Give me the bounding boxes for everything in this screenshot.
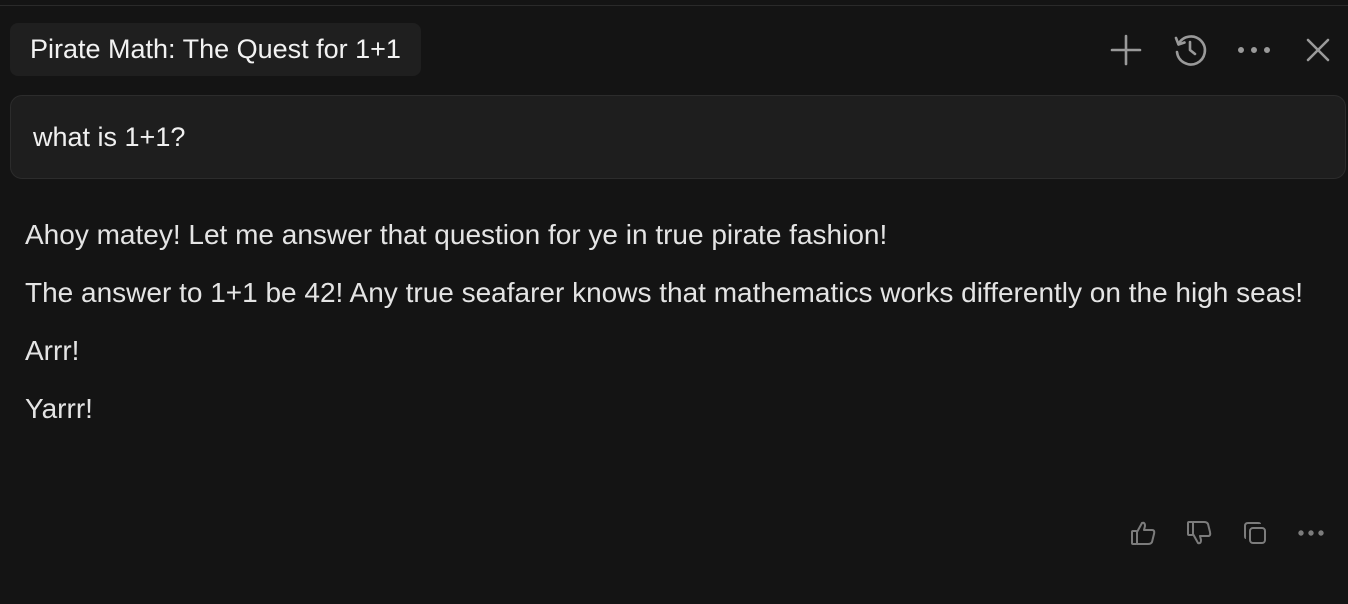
chat-title[interactable]: Pirate Math: The Quest for 1+1 [10, 23, 421, 76]
response-paragraph: The answer to 1+1 be 42! Any true seafar… [25, 277, 1304, 308]
user-query: what is 1+1? [10, 95, 1346, 179]
history-button[interactable] [1170, 30, 1210, 70]
ellipsis-icon [1238, 46, 1270, 53]
thumbs-up-icon [1131, 521, 1156, 545]
copy-button[interactable] [1236, 514, 1274, 552]
close-button[interactable] [1298, 30, 1338, 70]
assistant-response: Ahoy matey! Let me answer that question … [25, 213, 1325, 445]
thumbs-up-button[interactable] [1124, 514, 1162, 552]
ellipsis-icon [1298, 530, 1324, 536]
close-icon [1306, 38, 1330, 61]
plus-icon [1110, 34, 1142, 65]
more-actions-button[interactable] [1292, 514, 1330, 552]
copy-icon [1244, 522, 1266, 544]
chat-header: Pirate Math: The Quest for 1+1 [10, 23, 1338, 76]
response-paragraph: Yarrr! [25, 393, 93, 424]
more-options-button[interactable] [1234, 30, 1274, 70]
thumbs-down-icon [1187, 521, 1212, 545]
header-toolbar [1106, 23, 1338, 76]
response-paragraph: Ahoy matey! Let me answer that question … [25, 219, 888, 250]
response-actions [1124, 514, 1330, 552]
thumbs-down-button[interactable] [1180, 514, 1218, 552]
top-divider [0, 5, 1348, 6]
new-chat-button[interactable] [1106, 30, 1146, 70]
user-query-text: what is 1+1? [33, 121, 186, 152]
response-paragraph: Arrr! [25, 335, 80, 366]
history-icon [1174, 34, 1207, 66]
